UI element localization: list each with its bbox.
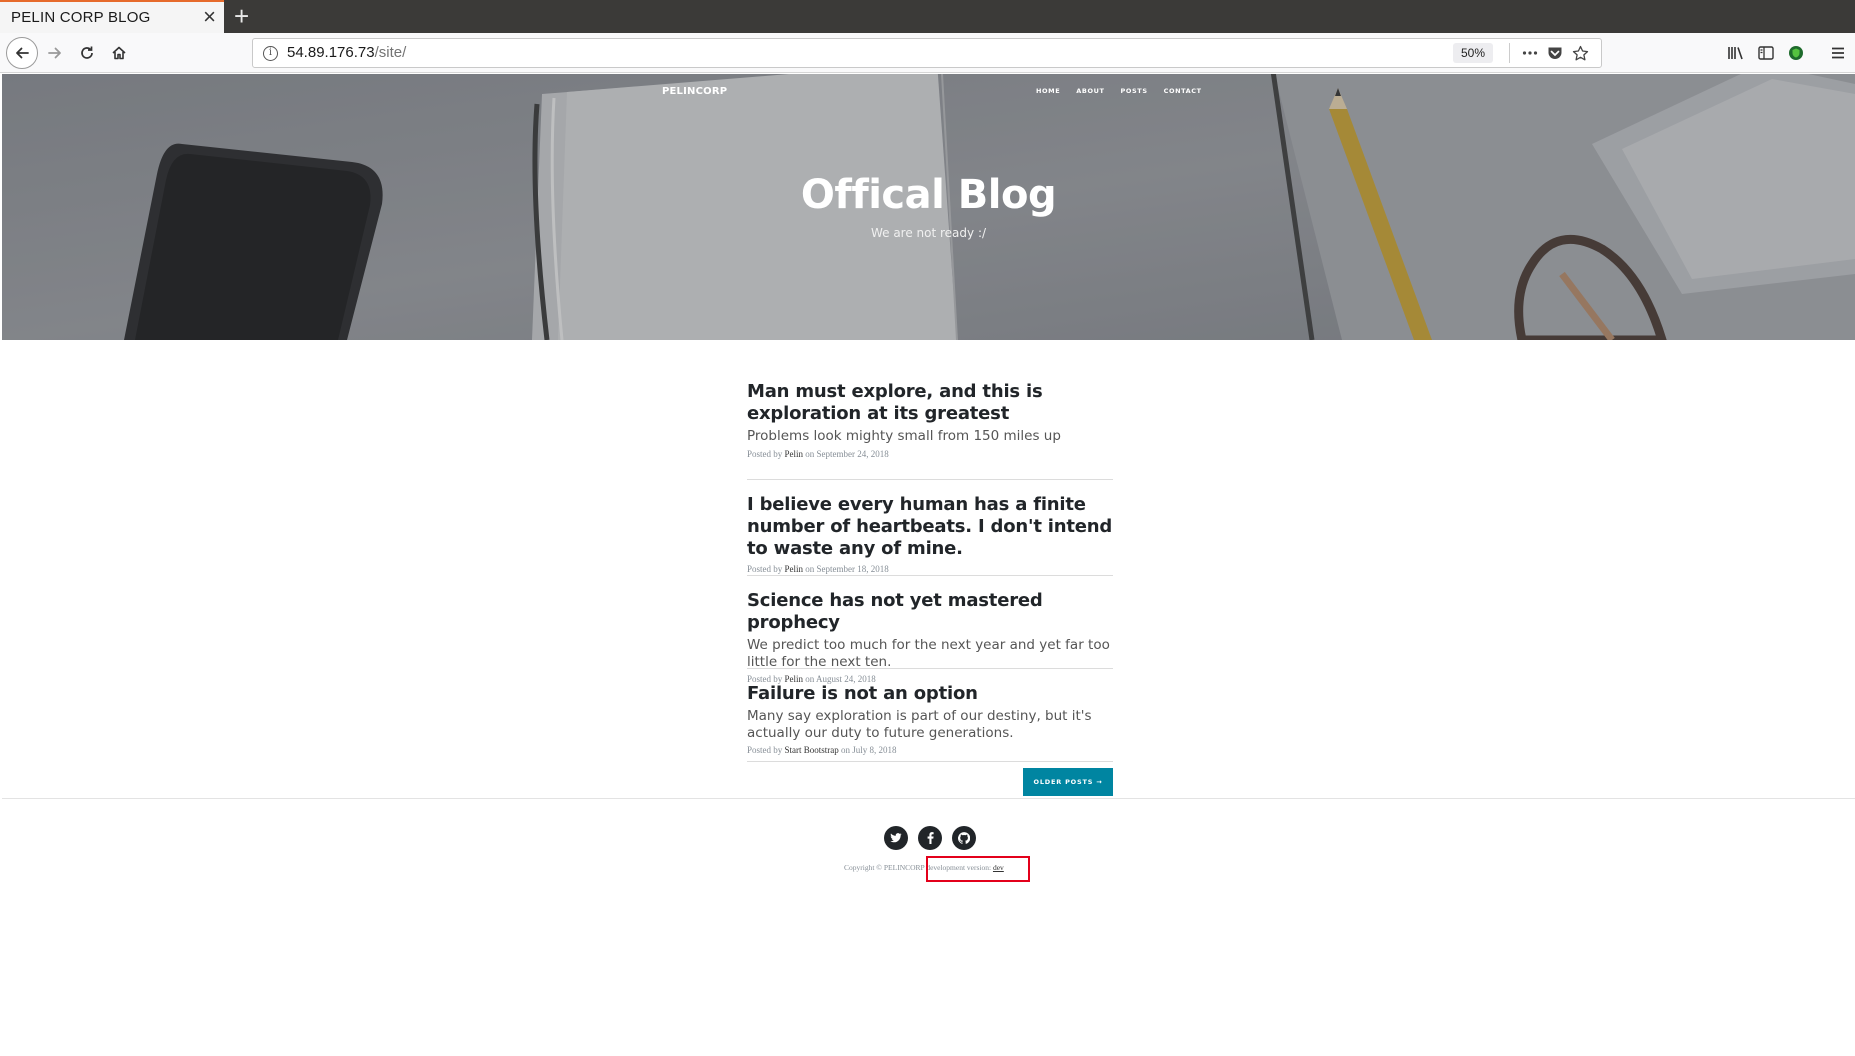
post-author-link[interactable]: Pelin [785, 564, 804, 574]
pocket-icon[interactable] [1544, 42, 1566, 64]
nav-link-contact[interactable]: CONTACT [1164, 87, 1202, 95]
post-title[interactable]: I believe every human has a finite numbe… [747, 494, 1113, 560]
post-meta: Posted by Pelin on September 18, 2018 [747, 564, 1113, 574]
post-date: on July 8, 2018 [841, 745, 897, 755]
post-divider [747, 479, 1113, 480]
twitter-icon[interactable] [884, 826, 908, 850]
post-meta-prefix: Posted by [747, 745, 783, 755]
post-date: on September 18, 2018 [805, 564, 889, 574]
url-text[interactable]: 54.89.176.73/site/ [287, 44, 406, 61]
site-subheading: We are not ready :/ [870, 226, 987, 240]
site-heading: Offical Blog [800, 172, 1057, 218]
url-bar[interactable]: i 54.89.176.73/site/ 50% [252, 38, 1602, 68]
forward-arrow-icon[interactable] [40, 38, 70, 68]
nav-link-about[interactable]: ABOUT [1076, 87, 1104, 95]
post-meta: Posted by Start Bootstrap on July 8, 201… [747, 745, 1113, 755]
browser-tab[interactable]: PELIN CORP BLOG × [0, 0, 224, 33]
tab-title: PELIN CORP BLOG [11, 9, 151, 26]
nav-link-posts[interactable]: POSTS [1121, 87, 1148, 95]
sidebar-icon[interactable] [1752, 38, 1780, 68]
home-icon[interactable] [104, 38, 134, 68]
post-subtitle[interactable]: Many say exploration is part of our dest… [747, 708, 1113, 741]
url-separator [1509, 43, 1510, 63]
post-title[interactable]: Failure is not an option [747, 683, 1113, 705]
post-author-link[interactable]: Pelin [785, 449, 804, 459]
tab-close-icon[interactable]: × [203, 6, 216, 28]
url-path: /site/ [374, 44, 407, 61]
copyright-label: Copyright © PELINCORP [844, 863, 925, 872]
post-title[interactable]: Man must explore, and this is exploratio… [747, 381, 1113, 425]
new-tab-icon[interactable]: + [234, 1, 249, 31]
post-title[interactable]: Science has not yet mastered prophecy [747, 590, 1113, 634]
post-divider [747, 761, 1113, 762]
post-preview: I believe every human has a finite numbe… [747, 494, 1113, 574]
site-nav: HOME ABOUT POSTS CONTACT [1036, 87, 1202, 95]
post-date: on September 24, 2018 [805, 448, 889, 459]
github-icon[interactable] [952, 826, 976, 850]
page-actions-icon[interactable] [1519, 42, 1541, 64]
zoom-level-badge[interactable]: 50% [1453, 43, 1494, 63]
facebook-icon[interactable] [918, 826, 942, 850]
navbar-brand[interactable]: PELINCORP [662, 86, 727, 97]
footer-divider [2, 798, 1855, 799]
hamburger-menu-icon[interactable] [1824, 38, 1852, 68]
masthead: PELINCORP HOME ABOUT POSTS CONTACT Offic… [2, 74, 1855, 340]
extension-shield-icon[interactable] [1782, 38, 1810, 68]
library-icon[interactable] [1722, 38, 1750, 68]
nav-link-home[interactable]: HOME [1036, 87, 1060, 95]
browser-navbar: i 54.89.176.73/site/ 50% [0, 33, 1855, 73]
reload-icon[interactable] [72, 38, 102, 68]
back-arrow-icon[interactable] [6, 37, 38, 69]
post-preview: Science has not yet mastered prophecy We… [747, 590, 1113, 684]
browser-titlebar: PELIN CORP BLOG × + [0, 0, 1855, 33]
post-author-link[interactable]: Start Bootstrap [785, 745, 839, 755]
url-host: 54.89.176.73 [287, 44, 375, 61]
post-meta-prefix: Posted by [747, 564, 783, 574]
post-divider [747, 668, 1113, 669]
older-posts-button[interactable]: OLDER POSTS → [1023, 768, 1113, 796]
annotation-highlight-box [926, 856, 1030, 882]
post-divider [747, 575, 1113, 576]
post-meta-prefix: Posted by [747, 448, 783, 459]
post-subtitle[interactable]: Problems look mighty small from 150 mile… [747, 428, 1113, 445]
info-icon[interactable]: i [263, 46, 278, 61]
post-subtitle[interactable]: We predict too much for the next year an… [747, 637, 1113, 670]
post-preview: Man must explore, and this is exploratio… [747, 381, 1113, 459]
web-page: PELINCORP HOME ABOUT POSTS CONTACT Offic… [2, 74, 1855, 1056]
post-meta: Posted by Pelin on September 24, 2018 [747, 449, 1113, 459]
bookmark-star-icon[interactable] [1569, 42, 1591, 64]
post-preview: Failure is not an option Many say explor… [747, 683, 1113, 755]
